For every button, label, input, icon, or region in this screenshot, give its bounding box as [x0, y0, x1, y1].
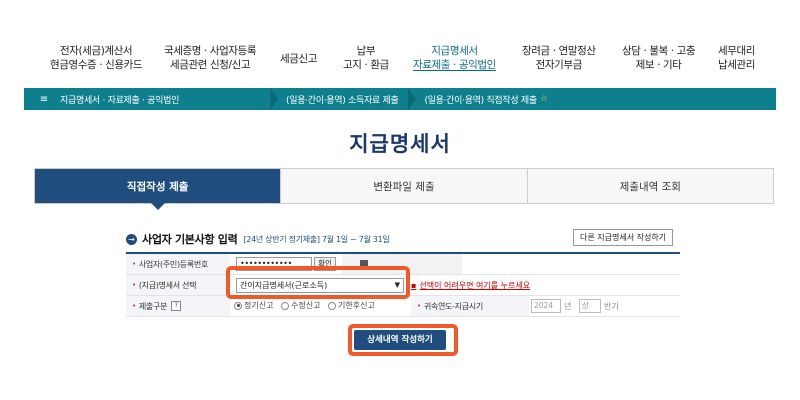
statement-type-select[interactable]: 간이지급명세서(근로소득) ▼ [236, 278, 404, 293]
chevron-down-icon: ▼ [394, 281, 400, 289]
submission-type-radios: 정기신고 수정신고 기한후신고 [234, 300, 380, 312]
nav-item-certificates[interactable]: 국세증명 · 사업자등록 세금관련 신청/신고 [164, 44, 257, 72]
breadcrumb-item-section[interactable]: 지급명세서 · 자료제출 · 공익법인 [52, 88, 270, 110]
help-icon[interactable]: ? [171, 301, 182, 311]
breadcrumb-item-direct-entry[interactable]: (일용·간이·용역) 직접작성 제출 ☆ [416, 88, 557, 110]
radio-late[interactable]: 기한후신고 [328, 300, 375, 311]
selection-help-link[interactable]: ▪ 선택이 어려우면 여기를 누르세요 [411, 280, 530, 291]
half-year-select[interactable]: 상 [579, 299, 601, 313]
breadcrumb-item-income-data[interactable]: (일용·간이·용역) 소득자료 제출 [278, 88, 408, 110]
half-year-unit: 반기 [604, 302, 619, 311]
submission-period: [24년 상반기 정기제출] 7월 1일 ~ 7월 31일 [243, 234, 390, 244]
business-info-form: • 사업자(주민)등록번호 •••••••••••• 확인 • (지급)명세서 … [126, 252, 680, 317]
tab-file-conversion[interactable]: 변환파일 제출 [280, 169, 527, 203]
favorite-star-icon[interactable]: ☆ [540, 94, 548, 104]
nav-item-consulting[interactable]: 상담 · 불복 · 고충 제보 · 기타 [622, 44, 696, 72]
masked-name-field [342, 254, 462, 274]
breadcrumb-separator [408, 88, 417, 110]
radio-amended[interactable]: 수정신고 [281, 300, 320, 311]
form-row-rrn: • 사업자(주민)등록번호 •••••••••••• 확인 [126, 254, 680, 275]
year-select[interactable]: 2024 [531, 299, 561, 313]
form-row-statement-type: • (지급)명세서 선택 간이지급명세서(근로소득) ▼ ▪ 선택이 어려우면 여… [126, 275, 680, 296]
year-unit: 년 [564, 302, 572, 311]
form-row-submission-type: • 제출구분 ? 정기신고 수정신고 기한후신고 • 귀속연도-지급시기 202… [126, 296, 680, 317]
section-title: 사업자 기본사항 입력 [142, 233, 238, 246]
active-tab-pointer [150, 203, 165, 210]
page-title: 지급명세서 [349, 132, 451, 156]
other-statement-button[interactable]: 다른 지급명세서 작성하기 [573, 229, 674, 246]
section-heading: → 사업자 기본사항 입력 [24년 상반기 정기제출] 7월 1일 ~ 7월 … [126, 231, 390, 247]
nav-item-incentives[interactable]: 장려금 · 연말정산 전자기부금 [522, 44, 596, 72]
nav-item-tax-filing[interactable]: 세금신고 [280, 52, 317, 66]
nav-item-e-invoice[interactable]: 전자(세금)계산서 현금영수증 · 신용카드 [50, 44, 143, 72]
confirm-button[interactable]: 확인 [314, 257, 336, 271]
nav-item-payment-statement[interactable]: 지급명세서 자료제출 · 공익법인 [413, 44, 496, 72]
statement-type-label: • (지급)명세서 선택 [126, 275, 230, 295]
year-period-label: • 귀속연도-지급시기 [411, 296, 529, 316]
arrow-bullet-icon: → [126, 233, 137, 245]
tab-bar: 직접작성 제출 변환파일 제출 제출내역 조회 [34, 168, 774, 210]
top-navigation: 전자(세금)계산서 현금영수증 · 신용카드 국세증명 · 사업자등록 세금관련… [40, 44, 770, 84]
submission-type-label: • 제출구분 ? [126, 296, 230, 316]
nav-item-payment[interactable]: 납부 고지 · 환급 [343, 44, 389, 72]
rrn-label: • 사업자(주민)등록번호 [126, 254, 230, 274]
breadcrumb-separator [270, 88, 278, 110]
nav-item-tax-agent[interactable]: 세무대리 납세관리 [718, 44, 755, 72]
breadcrumb: ≡ 지급명세서 · 자료제출 · 공익법인 (일용·간이·용역) 소득자료 제출… [24, 88, 776, 110]
radio-regular[interactable]: 정기신고 [234, 300, 273, 311]
tab-direct-entry[interactable]: 직접작성 제출 [35, 169, 281, 210]
menu-icon[interactable]: ≡ [36, 94, 52, 105]
write-details-button[interactable]: 상세내역 작성하기 [354, 330, 446, 350]
rrn-input[interactable]: •••••••••••• [236, 257, 312, 271]
tab-submission-history[interactable]: 제출내역 조회 [526, 169, 773, 203]
